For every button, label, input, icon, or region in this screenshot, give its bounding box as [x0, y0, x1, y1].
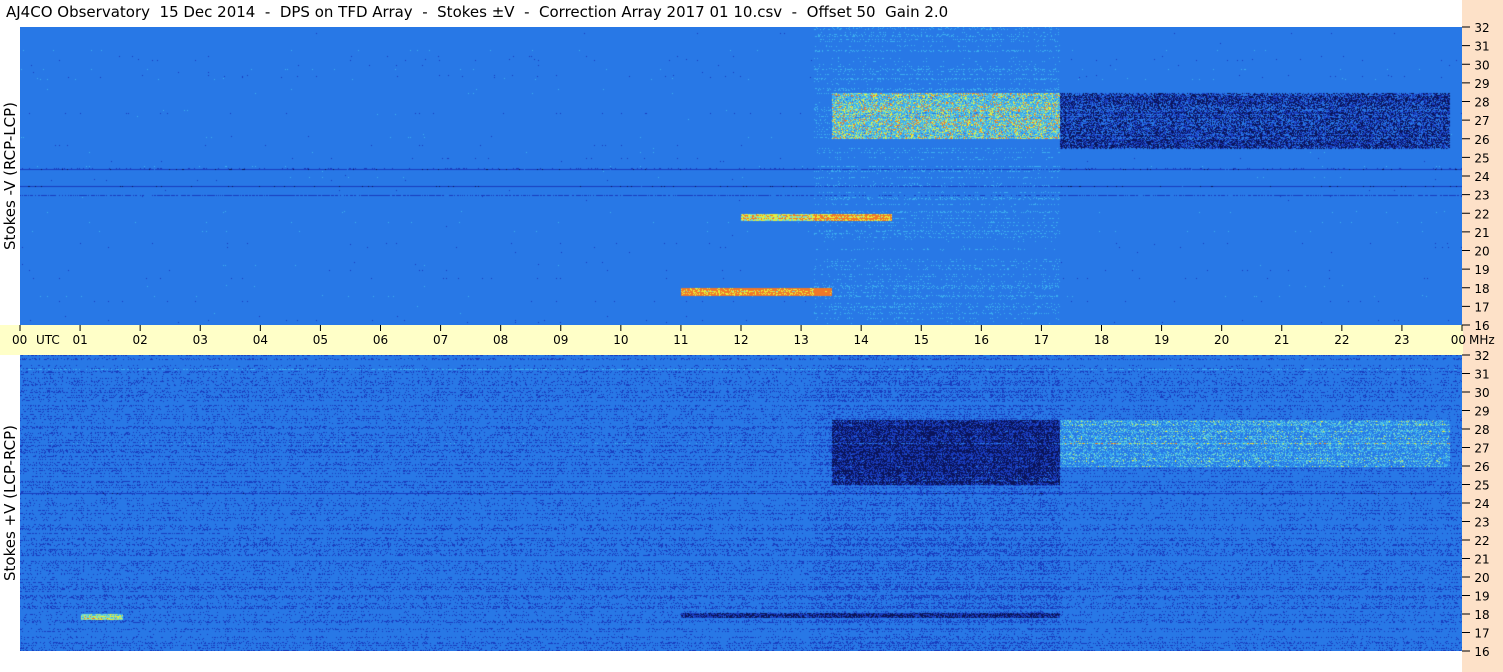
x-tick-label: 16	[974, 333, 989, 347]
x-tick-label: 22	[1334, 333, 1349, 347]
y-tick-label: 17	[1474, 627, 1489, 641]
x-unit-right: MHz	[1469, 333, 1495, 347]
y-tick-label: 26	[1474, 133, 1489, 147]
y-tick-label: 19	[1474, 263, 1489, 277]
y-tick-label: 31	[1474, 40, 1489, 54]
y-tick-label: 31	[1474, 368, 1489, 382]
x-tick-label: 13	[793, 333, 808, 347]
x-tick-label: 20	[1214, 333, 1229, 347]
y-tick-label: 21	[1474, 226, 1489, 240]
x-tick-label: 04	[253, 333, 268, 347]
y-tick-label: 20	[1474, 245, 1489, 259]
y-tick-label: 25	[1474, 151, 1489, 165]
y-tick-label: 23	[1474, 516, 1489, 530]
y-tick-label: 27	[1474, 442, 1489, 456]
x-tick-label: 23	[1394, 333, 1409, 347]
x-tick-label: 11	[673, 333, 688, 347]
y-tick-label: 30	[1474, 58, 1489, 72]
x-tick-label: 15	[914, 333, 929, 347]
x-tick-label: 00	[12, 333, 27, 347]
y-tick-label: 32	[1474, 21, 1489, 35]
y-tick-label: 26	[1474, 460, 1489, 474]
x-tick-label: 12	[733, 333, 748, 347]
y-tick-label: 17	[1474, 300, 1489, 314]
y-tick-label: 22	[1474, 207, 1489, 221]
axes-overlay: 16 17 18 19 20 21 22 23 24 25 26 27 28 29 30 31 32 16 17 18…	[12, 21, 1495, 659]
y-tick-label: 27	[1474, 114, 1489, 128]
x-tick-label: 07	[433, 333, 448, 347]
y-tick-label: 29	[1474, 77, 1489, 91]
y-tick-label: 24	[1474, 170, 1489, 184]
y-tick-label: 19	[1474, 590, 1489, 604]
x-unit-left: UTC	[36, 333, 60, 347]
y-tick-label: 24	[1474, 497, 1489, 511]
y-tick-label: 25	[1474, 479, 1489, 493]
x-tick-label: 00	[1451, 333, 1466, 347]
y-tick-label: 28	[1474, 96, 1489, 110]
y-tick-label: 29	[1474, 405, 1489, 419]
y-tick-label: 22	[1474, 534, 1489, 548]
x-tick-label: 05	[313, 333, 328, 347]
x-tick-label: 01	[72, 333, 87, 347]
y-tick-label: 20	[1474, 571, 1489, 585]
x-tick-label: 09	[553, 333, 568, 347]
x-tick-label: 06	[373, 333, 388, 347]
y-tick-label: 28	[1474, 423, 1489, 437]
x-tick-label: 10	[613, 333, 628, 347]
x-tick-label: 18	[1094, 333, 1109, 347]
x-tick-label: 21	[1274, 333, 1289, 347]
y-tick-label: 18	[1474, 608, 1489, 622]
x-tick-label: 08	[493, 333, 508, 347]
y-tick-label: 16	[1474, 319, 1489, 333]
x-tick-label: 03	[193, 333, 208, 347]
y-tick-label: 30	[1474, 386, 1489, 400]
x-tick-label: 19	[1154, 333, 1169, 347]
y-tick-label: 21	[1474, 553, 1489, 567]
y-tick-label: 16	[1474, 645, 1489, 659]
x-tick-label: 17	[1034, 333, 1049, 347]
y-tick-label: 32	[1474, 349, 1489, 363]
x-tick-label: 14	[854, 333, 869, 347]
x-tick-label: 02	[133, 333, 148, 347]
y-tick-label: 23	[1474, 189, 1489, 203]
y-tick-label: 18	[1474, 282, 1489, 296]
